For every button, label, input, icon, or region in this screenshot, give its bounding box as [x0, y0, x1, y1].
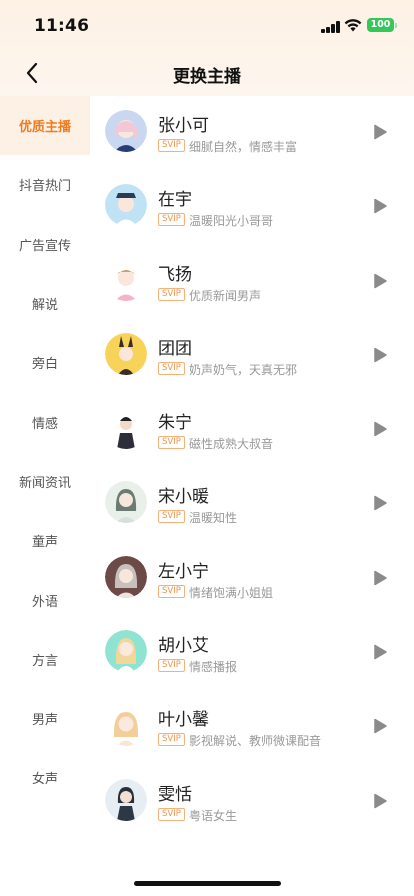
anchor-list: 张小可 SVIP 细腻自然，情感丰富 在宇 SVIP 温暖阳光小哥哥 飞扬 SV…	[90, 96, 414, 866]
play-icon[interactable]	[372, 495, 388, 511]
sidebar-item-commentary[interactable]: 解说	[0, 274, 90, 333]
anchor-name: 团团	[158, 338, 192, 359]
svip-badge: SVIP	[158, 436, 185, 450]
home-indicator	[134, 881, 281, 886]
wifi-icon	[344, 19, 362, 32]
navigation-bar: 更换主播	[0, 50, 414, 96]
anchor-description: 温暖知性	[189, 511, 238, 526]
anchor-name: 宋小暖	[158, 487, 209, 508]
anchor-description: 优质新闻男声	[189, 288, 262, 303]
page-title: 更换主播	[173, 67, 241, 87]
sidebar-item-douyin-hot[interactable]: 抖音热门	[0, 155, 90, 214]
anchor-name: 左小宁	[158, 561, 209, 582]
anchor-name: 叶小馨	[158, 710, 209, 731]
play-icon[interactable]	[372, 570, 388, 586]
anchor-name: 张小可	[158, 116, 209, 136]
anchor-name: 在宇	[158, 190, 192, 211]
anchor-description: 粤语女生	[189, 808, 238, 823]
battery-indicator: 100	[367, 18, 397, 32]
svip-badge: SVIP	[158, 807, 185, 821]
anchor-list-item[interactable]: 张小可 SVIP 细腻自然，情感丰富	[90, 96, 414, 170]
sidebar-item-emotion[interactable]: 情感	[0, 392, 90, 451]
sidebar-item-premium-anchors[interactable]: 优质主播	[0, 96, 90, 156]
svip-badge: SVIP	[158, 287, 185, 301]
svip-badge: SVIP	[158, 139, 185, 152]
anchor-list-item[interactable]: 雯恬 SVIP 粤语女生	[90, 765, 414, 839]
svip-badge: SVIP	[158, 733, 185, 747]
anchor-list-item[interactable]: 左小宁 SVIP 情绪饱满小姐姐	[90, 542, 414, 616]
svip-badge: SVIP	[158, 659, 185, 673]
anchor-name: 胡小艾	[158, 636, 209, 657]
anchor-list-item[interactable]: 胡小艾 SVIP 情感播报	[90, 616, 414, 690]
sidebar-item-foreign-language[interactable]: 外语	[0, 570, 90, 629]
anchor-list-item[interactable]: 叶小馨 SVIP 影视解说、教师微课配音	[90, 690, 414, 764]
anchor-list-item[interactable]: 飞扬 SVIP 优质新闻男声	[90, 245, 414, 319]
anchor-avatar	[105, 555, 147, 598]
play-icon[interactable]	[372, 198, 388, 214]
svip-badge: SVIP	[158, 510, 185, 524]
anchor-description: 磁性成熟大叔音	[189, 437, 274, 452]
anchor-avatar	[105, 332, 147, 375]
play-icon[interactable]	[372, 273, 388, 289]
sidebar-item-child-voice[interactable]: 童声	[0, 511, 90, 570]
anchor-description: 影视解说、教师微课配音	[189, 734, 322, 749]
anchor-list-item[interactable]: 朱宁 SVIP 磁性成熟大叔音	[90, 393, 414, 467]
sidebar-item-dialect[interactable]: 方言	[0, 630, 90, 689]
anchor-name: 飞扬	[158, 264, 192, 285]
play-icon[interactable]	[372, 347, 388, 363]
anchor-list-item[interactable]: 团团 SVIP 奶声奶气，天真无邪	[90, 319, 414, 393]
svip-badge: SVIP	[158, 361, 185, 375]
anchor-avatar	[105, 630, 147, 673]
anchor-list-item[interactable]: 宋小暖 SVIP 温暖知性	[90, 467, 414, 541]
anchor-avatar	[105, 704, 147, 747]
svip-badge: SVIP	[158, 584, 185, 598]
next-anchor-avatar-partial	[105, 858, 147, 866]
anchor-description: 奶声奶气，天真无邪	[189, 362, 298, 377]
anchor-avatar	[105, 184, 147, 227]
play-icon[interactable]	[372, 421, 388, 437]
sidebar-item-news[interactable]: 新闻资讯	[0, 452, 90, 511]
play-icon[interactable]	[372, 124, 388, 140]
category-sidebar: 优质主播 抖音热门 广告宣传 解说 旁白 情感 新闻资讯 童声 外语 方言 男声…	[0, 96, 90, 896]
anchor-list-item[interactable]: 在宇 SVIP 温暖阳光小哥哥	[90, 170, 414, 244]
anchor-avatar	[105, 110, 147, 152]
anchor-description: 细腻自然，情感丰富	[189, 140, 298, 154]
play-icon[interactable]	[372, 718, 388, 734]
anchor-name: 朱宁	[158, 413, 192, 434]
sidebar-item-male-voice[interactable]: 男声	[0, 689, 90, 748]
anchor-description: 情感播报	[189, 660, 238, 675]
anchor-description: 情绪饱满小姐姐	[189, 585, 274, 600]
anchor-avatar	[105, 778, 147, 821]
svip-badge: SVIP	[158, 213, 185, 227]
status-bar: 11:46 100	[0, 0, 414, 50]
anchor-avatar	[105, 258, 147, 301]
cellular-signal-icon	[321, 21, 341, 33]
sidebar-item-advertising[interactable]: 广告宣传	[0, 215, 90, 274]
sidebar-item-female-voice[interactable]: 女声	[0, 748, 90, 807]
play-icon[interactable]	[372, 644, 388, 660]
anchor-description: 温暖阳光小哥哥	[189, 214, 274, 229]
play-icon[interactable]	[372, 793, 388, 809]
sidebar-item-narration[interactable]: 旁白	[0, 333, 90, 392]
anchor-name: 雯恬	[158, 784, 192, 805]
status-time: 11:46	[34, 16, 90, 36]
anchor-avatar	[105, 407, 147, 450]
anchor-avatar	[105, 481, 147, 524]
